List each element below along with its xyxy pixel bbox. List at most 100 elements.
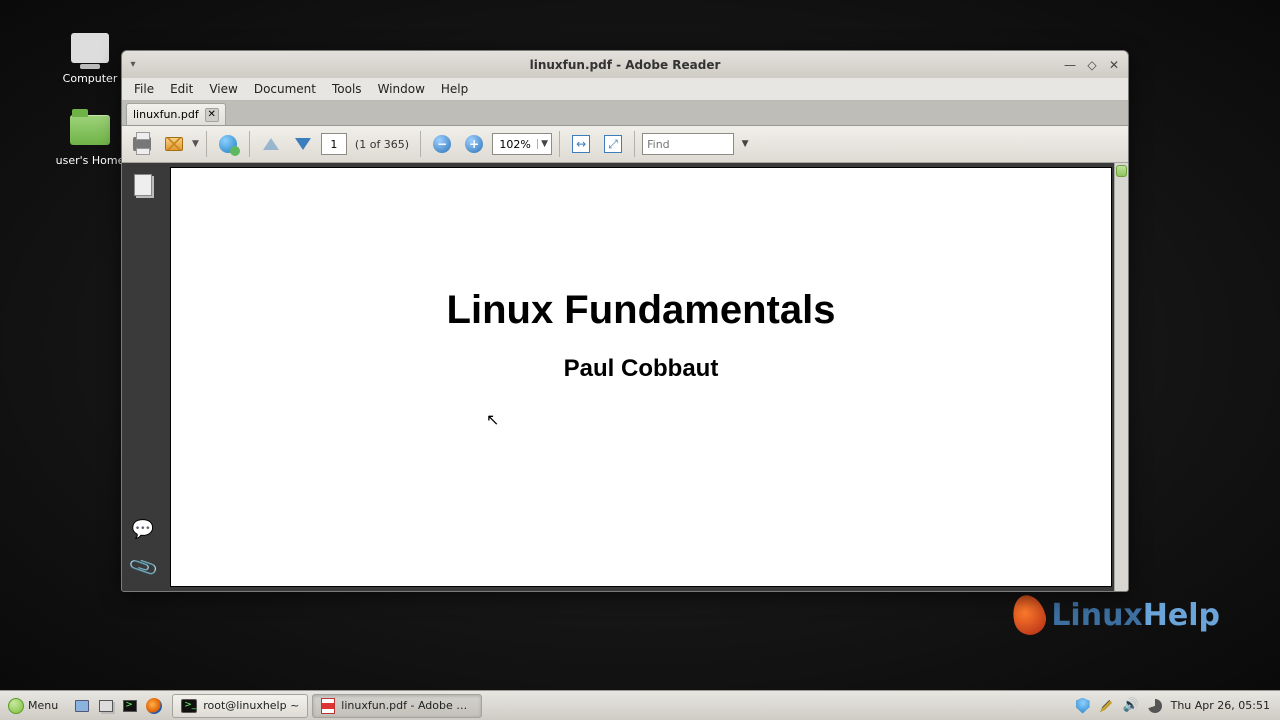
collaborate-icon [219, 135, 237, 153]
firefox-icon [146, 698, 162, 714]
terminal-launcher-button[interactable] [118, 694, 142, 718]
menu-view[interactable]: View [201, 79, 245, 99]
desktop-icon [75, 700, 89, 712]
fit-page-button[interactable] [599, 130, 627, 158]
maximize-button[interactable]: ◇ [1082, 56, 1102, 74]
taskbar-task-terminal[interactable]: root@linuxhelp ~ [172, 694, 308, 718]
mint-logo-icon [8, 698, 24, 714]
document-tabbar: linuxfun.pdf ✕ [122, 101, 1128, 126]
flame-icon [1009, 592, 1050, 639]
collaborate-button[interactable] [214, 130, 242, 158]
find-input[interactable] [643, 138, 733, 151]
comments-panel-button[interactable]: 💬 [131, 517, 155, 541]
computer-icon [66, 28, 114, 68]
terminal-icon [181, 699, 197, 713]
titlebar[interactable]: ▾ linuxfun.pdf - Adobe Reader — ◇ ✕ [122, 51, 1128, 78]
terminal-icon [123, 700, 137, 712]
zoom-in-button[interactable]: + [460, 130, 488, 158]
separator [420, 131, 421, 157]
email-dropdown-icon[interactable]: ▼ [192, 139, 199, 149]
mail-icon [165, 137, 183, 151]
menu-help[interactable]: Help [433, 79, 476, 99]
minimize-button[interactable]: — [1060, 56, 1080, 74]
desktop-icon-label: user's Home [50, 154, 130, 167]
adobe-reader-window: ▾ linuxfun.pdf - Adobe Reader — ◇ ✕ File… [121, 50, 1129, 592]
pages-panel-button[interactable] [131, 173, 155, 197]
pdf-icon [321, 698, 335, 714]
arrow-down-icon [295, 138, 311, 150]
separator [559, 131, 560, 157]
document-tab[interactable]: linuxfun.pdf ✕ [126, 103, 226, 125]
find-dropdown-icon[interactable]: ▼ [738, 139, 752, 149]
menu-window[interactable]: Window [370, 79, 433, 99]
comment-icon: 💬 [132, 519, 154, 540]
watermark: LinuxHelp [1013, 595, 1220, 635]
zoom-in-icon: + [465, 135, 483, 153]
show-desktop-button[interactable] [70, 694, 94, 718]
window-menu-icon[interactable]: ▾ [122, 59, 144, 70]
menu-tools[interactable]: Tools [324, 79, 370, 99]
tray-update-icon[interactable] [1075, 698, 1091, 714]
file-manager-button[interactable] [94, 694, 118, 718]
tab-close-icon[interactable]: ✕ [205, 108, 219, 122]
doc-title: Linux Fundamentals [171, 288, 1111, 333]
attachments-panel-button[interactable]: 📎 [131, 555, 155, 579]
window-title: linuxfun.pdf - Adobe Reader [122, 58, 1128, 72]
document-area: 💬 📎 Linux Fundamentals Paul Cobbaut [122, 163, 1128, 591]
separator [249, 131, 250, 157]
task-label: linuxfun.pdf - Adobe R... [341, 699, 473, 712]
task-label: root@linuxhelp ~ [203, 699, 299, 712]
doc-author: Paul Cobbaut [171, 355, 1111, 383]
next-page-button[interactable] [289, 130, 317, 158]
fit-page-icon [604, 135, 622, 153]
start-menu-button[interactable]: Menu [0, 691, 66, 720]
menu-edit[interactable]: Edit [162, 79, 201, 99]
pdf-page: Linux Fundamentals Paul Cobbaut [170, 167, 1112, 587]
pages-icon [134, 174, 152, 196]
taskbar-clock[interactable]: Thu Apr 26, 05:51 [1171, 699, 1270, 712]
navigation-pane: 💬 📎 [122, 163, 164, 591]
fit-width-button[interactable] [567, 130, 595, 158]
taskbar: Menu root@linuxhelp ~ linuxfun.pdf - Ado… [0, 690, 1280, 720]
toolbar: ▼ (1 of 365) − + ▼ ▼ [122, 126, 1128, 163]
document-tab-label: linuxfun.pdf [133, 108, 199, 121]
files-icon [99, 700, 113, 712]
attachment-icon: 📎 [126, 550, 160, 583]
scrollbar-thumb[interactable] [1116, 165, 1127, 177]
desktop-icon-computer[interactable]: Computer [50, 28, 130, 85]
menu-document[interactable]: Document [246, 79, 324, 99]
zoom-dropdown-icon[interactable]: ▼ [537, 139, 551, 149]
print-icon [133, 137, 151, 151]
start-menu-label: Menu [28, 699, 58, 712]
tray-input-icon[interactable] [1099, 698, 1115, 714]
tray-volume-icon[interactable]: 🔊 [1123, 698, 1139, 714]
tray-network-icon[interactable] [1147, 698, 1163, 714]
close-button[interactable]: ✕ [1104, 56, 1124, 74]
zoom-out-icon: − [433, 135, 451, 153]
page-count-label: (1 of 365) [355, 138, 409, 151]
zoom-input[interactable] [493, 138, 537, 151]
vertical-scrollbar[interactable] [1114, 163, 1128, 591]
fit-width-icon [572, 135, 590, 153]
quick-launch [66, 691, 170, 720]
page-viewport[interactable]: Linux Fundamentals Paul Cobbaut [164, 163, 1128, 591]
taskbar-task-adobe-reader[interactable]: linuxfun.pdf - Adobe R... [312, 694, 482, 718]
find-field[interactable] [642, 133, 734, 155]
folder-icon [66, 110, 114, 150]
desktop: Computer user's Home LinuxHelp ▾ linuxfu… [0, 0, 1280, 690]
firefox-button[interactable] [142, 694, 166, 718]
menubar: File Edit View Document Tools Window Hel… [122, 78, 1128, 101]
desktop-icon-home[interactable]: user's Home [50, 110, 130, 167]
prev-page-button[interactable] [257, 130, 285, 158]
print-button[interactable] [128, 130, 156, 158]
separator [634, 131, 635, 157]
arrow-up-icon [263, 138, 279, 150]
email-button[interactable] [160, 130, 188, 158]
desktop-icon-label: Computer [50, 72, 130, 85]
page-number-input[interactable] [321, 133, 347, 155]
separator [206, 131, 207, 157]
system-tray: 🔊 Thu Apr 26, 05:51 [1065, 698, 1280, 714]
menu-file[interactable]: File [126, 79, 162, 99]
zoom-out-button[interactable]: − [428, 130, 456, 158]
zoom-combo[interactable]: ▼ [492, 133, 552, 155]
